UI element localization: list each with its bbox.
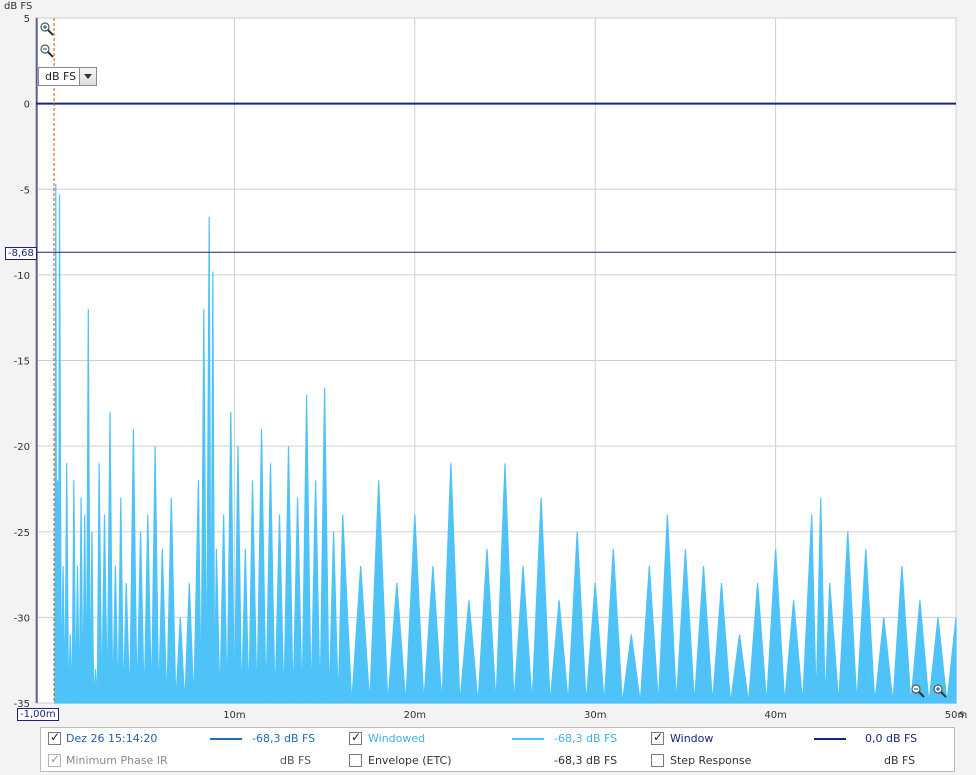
- legend-value-window: 0,0 dB FS: [865, 732, 918, 745]
- legend-checkbox-window[interactable]: [651, 730, 664, 745]
- legend-value-step: dB FS: [884, 754, 916, 767]
- legend-line-measurement: [210, 738, 242, 740]
- legend-label-window: Window: [670, 732, 714, 745]
- y-tick-label: 5: [24, 14, 30, 25]
- legend-label-envelope: Envelope (ETC): [368, 754, 452, 767]
- legend-checkbox-windowed[interactable]: [349, 730, 362, 745]
- impulse-response-plot[interactable]: 50-5-10-15-20-25-30-3510m 20m 30m 40m 50m: [0, 0, 976, 726]
- x-tick-label: 20m: [404, 710, 426, 721]
- legend-panel: Dez 26 15:14:20 -68,3 dB FS Windowed -68…: [40, 727, 955, 772]
- x-tick-label: 40m: [764, 710, 786, 721]
- legend-checkbox-measurement[interactable]: [48, 730, 61, 745]
- legend-checkbox-step[interactable]: [651, 754, 664, 767]
- legend-checkbox-min-phase[interactable]: [48, 752, 61, 767]
- x-tick-label: 30m: [584, 710, 606, 721]
- legend-label-min-phase: Minimum Phase IR: [66, 754, 168, 767]
- legend-checkbox-envelope[interactable]: [349, 754, 362, 767]
- dropdown-arrow-icon[interactable]: [79, 68, 96, 85]
- legend-value-windowed: -68,3 dB FS: [554, 732, 618, 745]
- y-axis-unit-label: dB FS: [4, 1, 33, 12]
- x-axis-unit-label: s: [959, 709, 965, 720]
- y-tick-label: -30: [14, 613, 30, 624]
- y-tick-label: -20: [14, 442, 30, 453]
- legend-label-windowed: Windowed: [368, 732, 426, 745]
- cursor-x-readout: -1,00m: [17, 708, 59, 721]
- cursor-y-readout: -8,68: [5, 247, 37, 260]
- legend-value-measurement: -68,3 dB FS: [252, 732, 316, 745]
- x-zoom-out-icon[interactable]: [910, 683, 926, 699]
- unit-dropdown-value: dB FS: [45, 70, 77, 83]
- unit-dropdown[interactable]: dB FS: [38, 67, 97, 86]
- legend-value-min-phase: dB FS: [280, 754, 312, 767]
- legend-line-window: [814, 738, 846, 740]
- legend-line-windowed: [512, 738, 544, 740]
- y-tick-label: -10: [14, 271, 30, 282]
- y-tick-label: -25: [14, 528, 30, 539]
- zoom-out-icon[interactable]: [39, 43, 55, 59]
- zoom-in-icon[interactable]: [39, 21, 55, 37]
- x-zoom-in-icon[interactable]: [932, 683, 948, 699]
- y-tick-label: -15: [14, 357, 30, 368]
- x-tick-label: 10m: [223, 710, 245, 721]
- graph-window: 5 0 -5 -10 -15 -20 -25 -30 -35 10m 20m 30m 40m 50m dB…: [0, 0, 976, 775]
- legend-label-measurement: Dez 26 15:14:20: [66, 732, 158, 745]
- y-tick-label: -5: [20, 185, 30, 196]
- legend-value-envelope: -68,3 dB FS: [554, 754, 618, 767]
- y-tick-label: 0: [24, 100, 30, 111]
- legend-label-step: Step Response: [670, 754, 752, 767]
